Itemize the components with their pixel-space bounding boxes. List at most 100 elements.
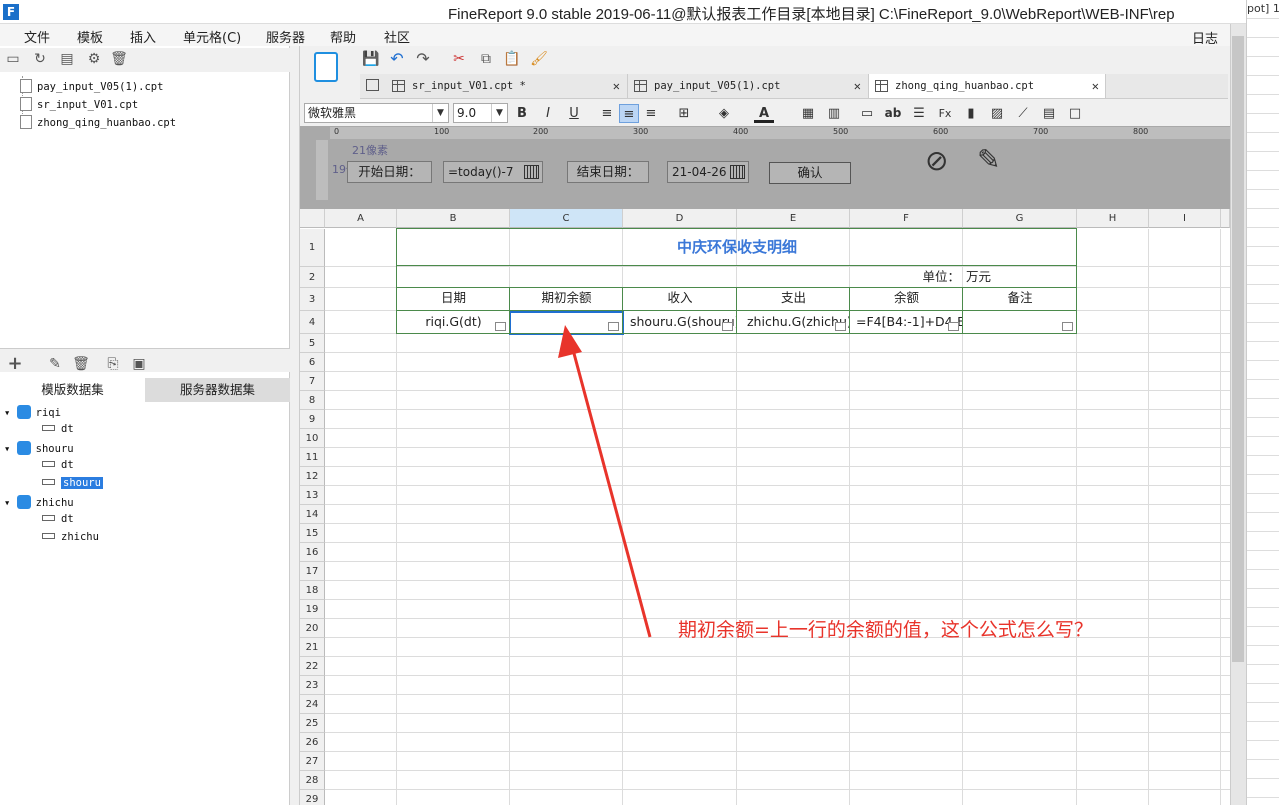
unmerge-cell-icon[interactable]: ▥ xyxy=(824,104,844,123)
add-dataset-icon[interactable]: + xyxy=(6,355,24,373)
paste-icon[interactable]: 📋 xyxy=(503,50,521,68)
row-header[interactable]: 16 xyxy=(300,543,325,562)
unit-value[interactable]: 万元 xyxy=(966,267,1076,286)
header-expense[interactable]: 支出 xyxy=(737,288,850,307)
undo-icon[interactable]: ↶ xyxy=(388,50,406,68)
column-header[interactable]: C xyxy=(510,209,623,228)
report-title[interactable]: 中庆环保收支明细 xyxy=(397,229,1077,265)
bold-button[interactable]: B xyxy=(512,104,532,123)
font-size-select[interactable]: 9.0 ▼ xyxy=(453,103,508,123)
dataset-shouru[interactable]: ▾ shouru xyxy=(4,441,74,455)
refresh-icon[interactable]: ↻ xyxy=(31,50,49,68)
calendar-icon[interactable] xyxy=(730,165,745,179)
column-header[interactable]: I xyxy=(1149,209,1221,228)
italic-button[interactable]: I xyxy=(538,104,558,123)
merge-cell-icon[interactable]: ▦ xyxy=(798,104,818,123)
row-header[interactable]: 6 xyxy=(300,353,325,372)
calendar-icon[interactable] xyxy=(524,165,539,179)
panel-splitter[interactable] xyxy=(290,46,300,805)
template-design-icon[interactable] xyxy=(314,52,338,82)
subreport-icon[interactable]: ▤ xyxy=(1039,104,1059,123)
menu-template[interactable]: 模板 xyxy=(77,27,103,46)
image-icon[interactable]: ▨ xyxy=(987,104,1007,123)
insert-text-icon[interactable]: ▭ xyxy=(857,104,877,123)
open-folder-icon[interactable]: ▭ xyxy=(4,50,22,68)
file-item[interactable]: zhong_qing_huanbao.cpt xyxy=(20,115,176,129)
save-icon[interactable]: 💾 xyxy=(362,50,380,68)
row-header[interactable]: 24 xyxy=(300,695,325,714)
tab-pay-input[interactable]: pay_input_V05(1).cpt ✕ xyxy=(627,74,867,98)
insert-ab-icon[interactable]: ab xyxy=(883,104,903,123)
column-header[interactable]: E xyxy=(737,209,850,228)
template-icon[interactable]: ▤ xyxy=(58,50,76,68)
field-item[interactable]: dt xyxy=(42,459,74,471)
export-icon[interactable]: ▣ xyxy=(130,355,148,373)
column-header[interactable]: F xyxy=(850,209,963,228)
row-header[interactable]: 14 xyxy=(300,505,325,524)
row-header[interactable]: 29 xyxy=(300,790,325,805)
row-header[interactable]: 27 xyxy=(300,752,325,771)
row-header[interactable]: 25 xyxy=(300,714,325,733)
confirm-button[interactable]: 确认 xyxy=(769,162,851,184)
header-date[interactable]: 日期 xyxy=(397,288,510,307)
row-header[interactable]: 11 xyxy=(300,448,325,467)
tab-template-datasets[interactable]: 模版数据集 xyxy=(0,378,145,402)
cut-icon[interactable]: ✂ xyxy=(450,50,468,68)
align-center-icon[interactable]: ≡ xyxy=(619,104,639,123)
pencil-icon[interactable]: ✎ xyxy=(977,144,1009,176)
new-tab-icon[interactable] xyxy=(366,79,379,91)
header-balance[interactable]: 余额 xyxy=(850,288,963,307)
column-header[interactable]: A xyxy=(325,209,397,228)
column-header[interactable]: D xyxy=(623,209,737,228)
close-icon[interactable]: ✕ xyxy=(613,74,620,98)
row-header[interactable]: 8 xyxy=(300,391,325,410)
row-header[interactable]: 5 xyxy=(300,334,325,353)
align-right-icon[interactable]: ≡ xyxy=(641,104,661,123)
menu-server[interactable]: 服务器 xyxy=(266,27,305,46)
row-header[interactable]: 26 xyxy=(300,733,325,752)
dataset-riqi[interactable]: ▾ riqi xyxy=(4,405,61,419)
row-header[interactable]: 15 xyxy=(300,524,325,543)
column-header[interactable]: H xyxy=(1077,209,1149,228)
menu-community[interactable]: 社区 xyxy=(384,27,410,46)
tab-sr-input[interactable]: sr_input_V01.cpt * ✕ xyxy=(386,74,626,98)
redo-icon[interactable]: ↷ xyxy=(414,50,432,68)
end-date-input[interactable]: 21-04-26 xyxy=(667,161,749,183)
font-family-select[interactable]: 微软雅黑 ▼ xyxy=(304,103,449,123)
spreadsheet-grid[interactable]: A B C D E F G H I 1 2 3 4 5 6 7 8 9 10 11 12 13 14 15 1… xyxy=(300,209,1230,805)
row-header[interactable]: 21 xyxy=(300,638,325,657)
row-header[interactable]: 23 xyxy=(300,676,325,695)
dataset-zhichu[interactable]: ▾ zhichu xyxy=(4,495,74,509)
close-icon[interactable]: ✕ xyxy=(1092,74,1099,98)
tab-zhong-qing[interactable]: zhong_qing_huanbao.cpt ✕ xyxy=(868,74,1106,98)
insert-richtext-icon[interactable]: ☰ xyxy=(909,104,929,123)
header-income[interactable]: 收入 xyxy=(623,288,737,307)
border-icon[interactable]: ⊞ xyxy=(674,104,694,123)
log-button[interactable]: 日志 xyxy=(1192,28,1218,47)
hide-eye-icon[interactable]: ⊘ xyxy=(925,146,959,176)
format-painter-icon[interactable]: 🖌 xyxy=(530,50,548,68)
row-header[interactable]: 13 xyxy=(300,486,325,505)
file-item[interactable]: sr_input_V01.cpt xyxy=(20,97,138,111)
field-item-selected[interactable]: shouru xyxy=(42,477,103,489)
header-opening-balance[interactable]: 期初余额 xyxy=(510,288,623,307)
row-header[interactable]: 19 xyxy=(300,600,325,619)
menu-insert[interactable]: 插入 xyxy=(130,27,156,46)
row-header[interactable]: 28 xyxy=(300,771,325,790)
cell-b4[interactable]: riqi.G(dt) xyxy=(397,311,510,332)
cell-g4[interactable] xyxy=(963,311,1077,332)
column-header[interactable]: B xyxy=(397,209,510,228)
row-header[interactable]: 3 xyxy=(300,288,325,311)
row-header[interactable]: 18 xyxy=(300,581,325,600)
slash-icon[interactable]: ⟋ xyxy=(1013,104,1033,123)
close-icon[interactable]: ✕ xyxy=(854,74,861,98)
row-header[interactable]: 9 xyxy=(300,410,325,429)
row-header[interactable]: 20 xyxy=(300,619,325,638)
row-header[interactable]: 7 xyxy=(300,372,325,391)
file-item[interactable]: pay_input_V05(1).cpt xyxy=(20,79,163,93)
delete-icon[interactable]: 🗑 xyxy=(110,50,128,68)
font-color-icon[interactable]: A xyxy=(754,104,774,123)
cell-e4[interactable]: zhichu.G(zhichu) xyxy=(737,311,850,332)
chart-icon[interactable]: ▮ xyxy=(961,104,981,123)
field-item[interactable]: dt xyxy=(42,513,74,525)
